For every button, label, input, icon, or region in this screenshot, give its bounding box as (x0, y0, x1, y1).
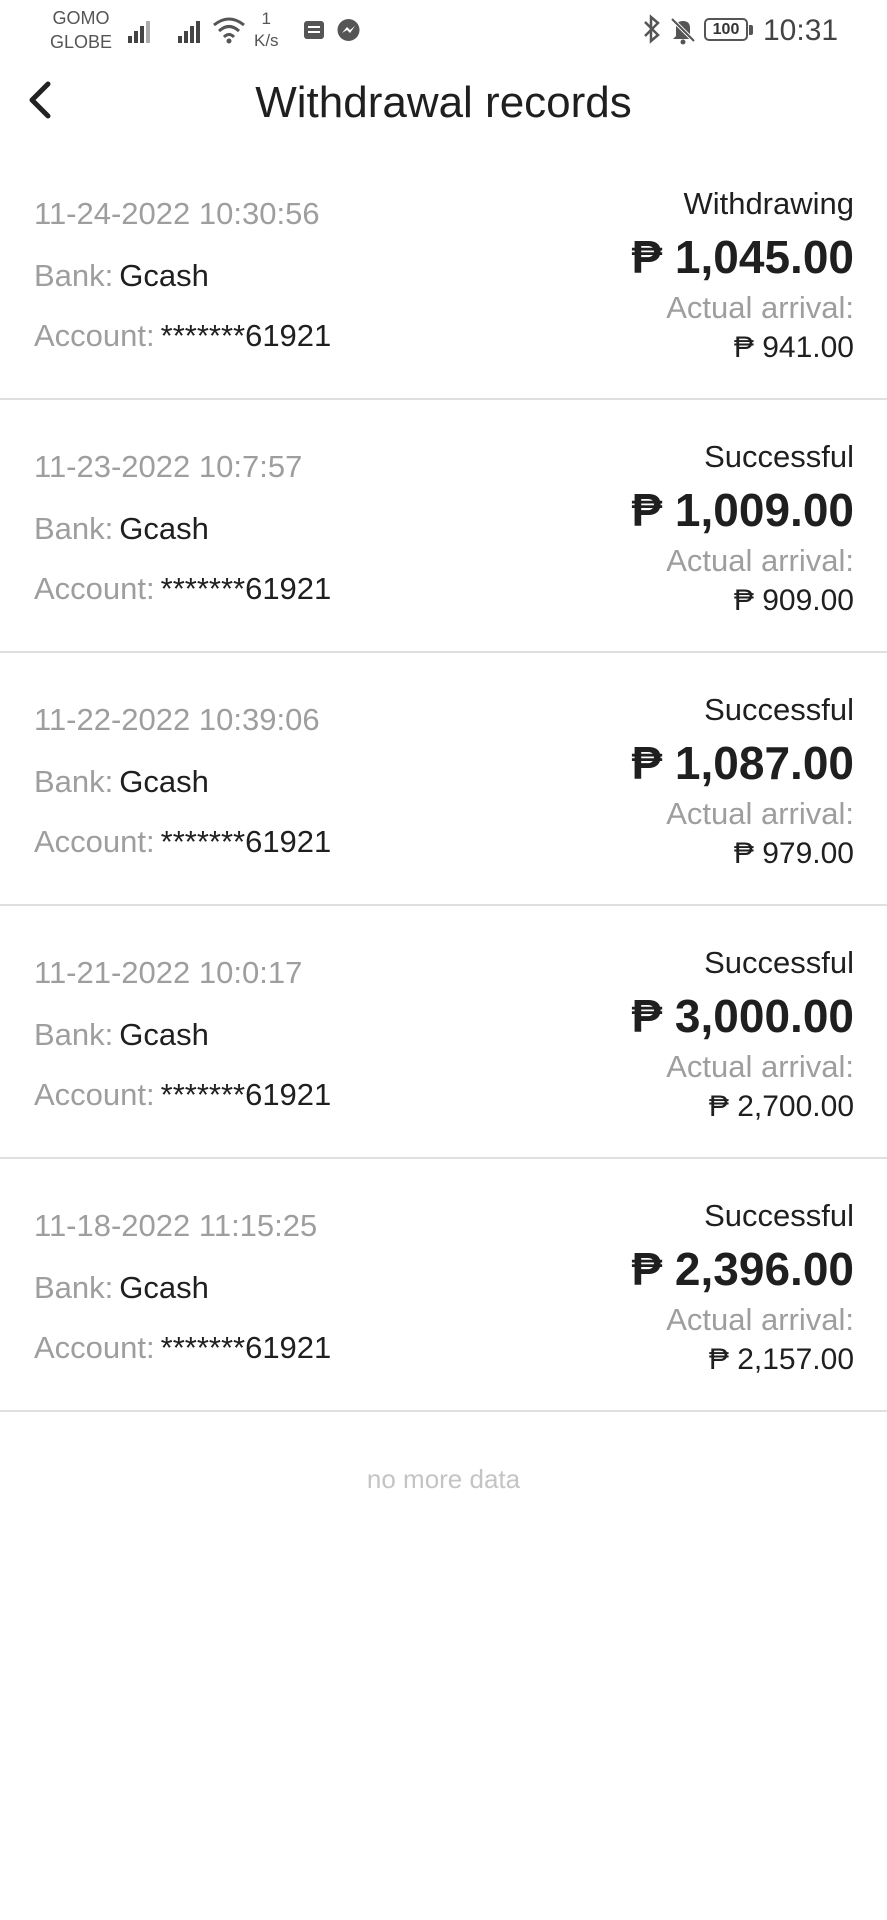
bank-label: Bank: (34, 1270, 114, 1305)
account-value: *******61921 (160, 1330, 332, 1365)
bank-label: Bank: (34, 511, 114, 546)
actual-arrival-label: Actual arrival: (666, 290, 854, 325)
account-value: *******61921 (160, 571, 332, 606)
speed-unit: K/s (254, 31, 279, 50)
account-label: Account: (34, 1330, 155, 1365)
account-line: Account: *******61921 (34, 571, 331, 607)
bank-line: Bank: Gcash (34, 1270, 209, 1306)
bank-label: Bank: (34, 1017, 114, 1052)
account-value: *******61921 (160, 318, 332, 353)
account-label: Account: (34, 824, 155, 859)
account-line: Account: *******61921 (34, 1077, 331, 1113)
signal-icon (178, 17, 206, 43)
bank-label: Bank: (34, 764, 114, 799)
actual-arrival-label: Actual arrival: (666, 1049, 854, 1084)
actual-arrival-amount: ₱ 2,700.00 (708, 1090, 854, 1123)
bank-value: Gcash (119, 1017, 209, 1052)
battery-icon: 100 (704, 18, 754, 43)
record-datetime: 11-22-2022 10:39:06 (34, 702, 320, 737)
account-line: Account: *******61921 (34, 824, 331, 860)
record-datetime: 11-18-2022 11:15:25 (34, 1208, 318, 1243)
bank-value: Gcash (119, 1270, 209, 1305)
withdrawal-amount: ₱ 1,045.00 (631, 231, 854, 283)
carrier-1: GOMO (52, 8, 110, 28)
actual-arrival-label: Actual arrival: (666, 1302, 854, 1337)
page-header: Withdrawal records (0, 64, 887, 144)
no-more-data-text: no more data (366, 1464, 521, 1494)
withdrawal-amount: ₱ 1,087.00 (631, 737, 854, 789)
withdrawal-record[interactable]: 11-18-2022 11:15:25 Bank: Gcash Account: *… (0, 1160, 887, 1412)
bank-line: Bank: Gcash (34, 764, 209, 800)
mute-icon (670, 17, 696, 45)
account-value: *******61921 (160, 824, 332, 859)
withdrawal-record[interactable]: 11-23-2022 10:7:57 Bank: Gcash Account: **… (0, 401, 887, 653)
record-datetime: 11-23-2022 10:7:57 (34, 449, 303, 484)
wifi-icon (213, 17, 245, 44)
account-label: Account: (34, 318, 155, 353)
account-value: *******61921 (160, 1077, 332, 1112)
account-label: Account: (34, 1077, 155, 1112)
actual-arrival-amount: ₱ 909.00 (733, 584, 854, 617)
speed-value: 1 (261, 9, 272, 28)
record-datetime: 11-21-2022 10:0:17 (34, 955, 303, 990)
bank-label: Bank: (34, 258, 114, 293)
actual-arrival-amount: ₱ 2,157.00 (708, 1343, 854, 1376)
bank-line: Bank: Gcash (34, 511, 209, 547)
bank-line: Bank: Gcash (34, 1017, 209, 1053)
carrier-2: GLOBE (50, 32, 113, 52)
status-text: Withdrawing (683, 186, 854, 221)
account-line: Account: *******61921 (34, 1330, 331, 1366)
account-line: Account: *******61921 (34, 318, 331, 354)
clock: 10:31 (763, 14, 839, 47)
withdrawal-record[interactable]: 11-24-2022 10:30:56 Bank: Gcash Account: *… (0, 148, 887, 400)
page-title: Withdrawal records (255, 78, 632, 127)
withdrawal-amount: ₱ 3,000.00 (631, 990, 854, 1042)
status-text: Successful (704, 439, 854, 474)
withdrawal-amount: ₱ 1,009.00 (631, 484, 854, 536)
bank-value: Gcash (119, 764, 209, 799)
network-speed: 1 K/s (254, 8, 279, 52)
status-bar: GOMO GLOBE 1 K/s 100 10:31 (0, 0, 887, 64)
carrier-names: GOMO GLOBE (50, 6, 112, 54)
record-datetime: 11-24-2022 10:30:56 (34, 196, 320, 231)
bank-value: Gcash (119, 511, 209, 546)
signal-icon (128, 17, 156, 43)
withdrawal-record[interactable]: 11-21-2022 10:0:17 Bank: Gcash Account: **… (0, 907, 887, 1159)
status-text: Successful (704, 692, 854, 727)
actual-arrival-amount: ₱ 941.00 (733, 331, 854, 364)
bank-value: Gcash (119, 258, 209, 293)
status-text: Successful (704, 945, 854, 980)
actual-arrival-label: Actual arrival: (666, 543, 854, 578)
battery-level: 100 (704, 18, 748, 41)
actual-arrival-amount: ₱ 979.00 (733, 837, 854, 870)
withdrawal-record[interactable]: 11-22-2022 10:39:06 Bank: Gcash Account: *… (0, 654, 887, 906)
bank-line: Bank: Gcash (34, 258, 209, 294)
bluetooth-icon (644, 14, 660, 44)
withdrawal-amount: ₱ 2,396.00 (631, 1243, 854, 1295)
sms-icon (304, 21, 324, 39)
messenger-icon (337, 19, 360, 41)
actual-arrival-label: Actual arrival: (666, 796, 854, 831)
account-label: Account: (34, 571, 155, 606)
withdrawal-records-list: 11-24-2022 10:30:56 Bank: Gcash Account: *… (0, 148, 887, 1413)
status-text: Successful (704, 1198, 854, 1233)
